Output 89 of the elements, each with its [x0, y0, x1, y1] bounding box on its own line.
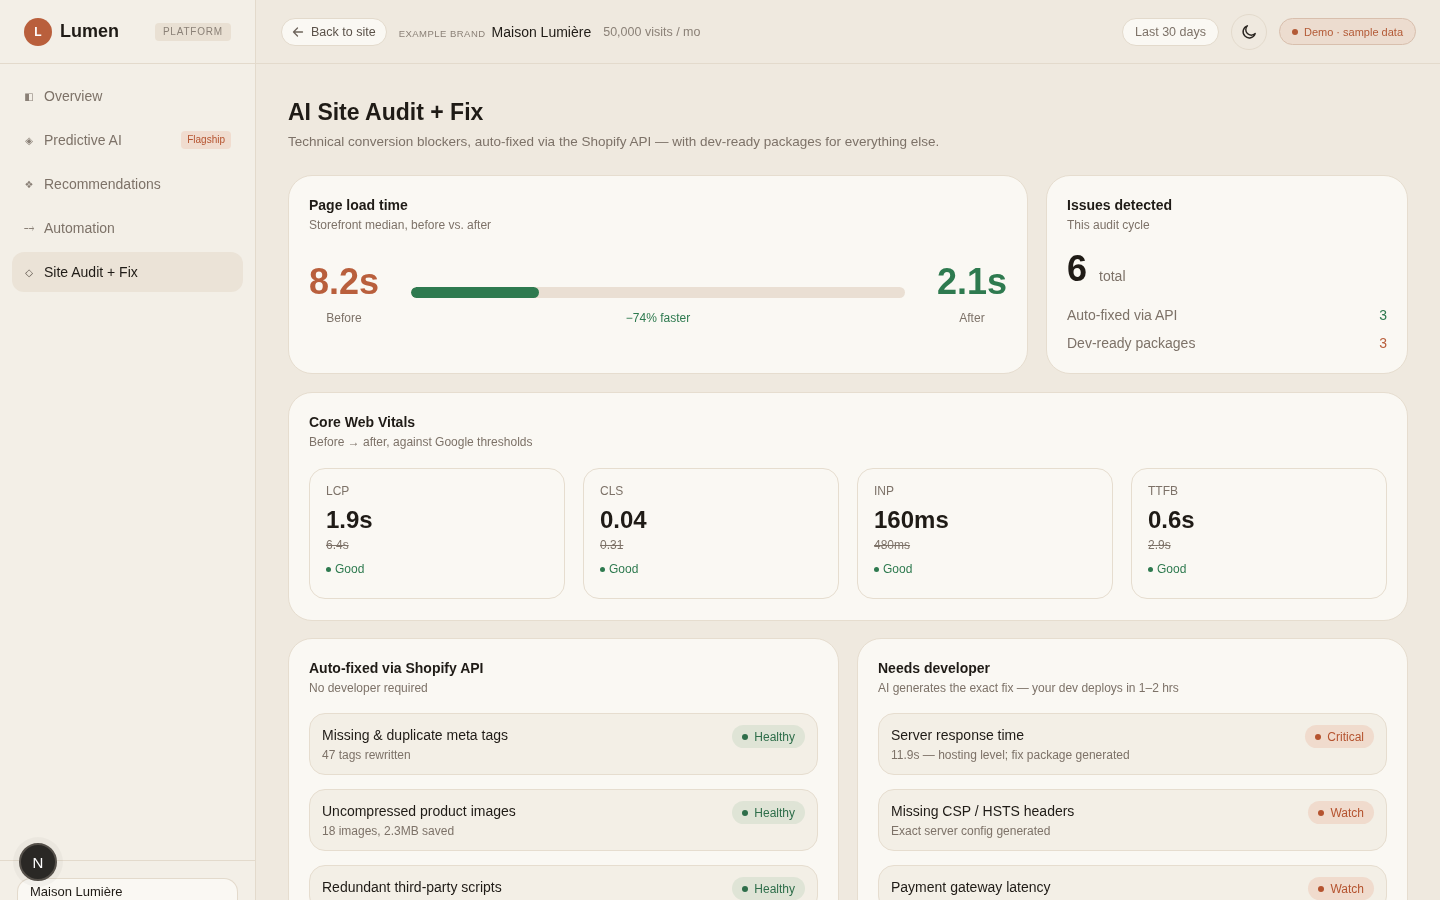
- change-label: −74% faster: [624, 310, 692, 326]
- before-value: 8.2s: [309, 262, 380, 302]
- after-value: 2.1s: [936, 262, 1007, 302]
- metric-value: 0.04: [600, 505, 648, 535]
- issue-title: Payment gateway latency: [891, 878, 1051, 897]
- after-label: After: [958, 310, 986, 326]
- issue-title: Missing & duplicate meta tags: [322, 726, 508, 745]
- issue-row-count: 3: [1379, 334, 1387, 353]
- page-title: AI Site Audit + Fix: [288, 98, 485, 127]
- arrow-left-icon: [292, 25, 304, 38]
- issue-title: Server response time: [891, 726, 1026, 745]
- metric-status: Good: [609, 561, 639, 577]
- status-dot-icon: [742, 809, 749, 816]
- page-subtitle: Technical conversion blockers, auto-fixed via the Shopify API — with dev-ready packages for everything else.: [288, 133, 941, 151]
- metric-value: 160ms: [874, 505, 950, 535]
- nav-item[interactable]: ◈ Predictive AI Flagship: [12, 120, 243, 160]
- status-dot-icon: [1315, 733, 1322, 740]
- status-text: Watch: [1330, 881, 1364, 896]
- card-subtitle: Storefront median, before vs. after: [309, 217, 493, 233]
- metric-status: Good: [883, 561, 913, 577]
- nav-item[interactable]: ◧ Overview: [12, 76, 243, 116]
- metric-previous: 6.4s: [326, 537, 350, 553]
- dashed-arrow-icon: ⤍: [24, 222, 34, 234]
- status-dot-icon: [1318, 885, 1325, 892]
- metric-status: Good: [1157, 561, 1187, 577]
- demo-badge-text: Demo · sample data: [1303, 25, 1403, 38]
- issue-title: Missing CSP / HSTS headers: [891, 802, 1075, 821]
- back-button[interactable]: Back to site: [281, 17, 387, 46]
- status-text: Healthy: [754, 881, 795, 896]
- card-subtitle: This audit cycle: [1067, 217, 1151, 233]
- status-dot-icon: [326, 566, 331, 572]
- card-subtitle: No developer required: [309, 680, 429, 696]
- status-dot-icon: [1291, 28, 1298, 35]
- metric-value: 1.9s: [326, 505, 374, 535]
- card-subtitle: Before → after, against Google thresholds: [309, 434, 534, 450]
- store-card: Maison Lumière: [17, 878, 238, 900]
- metric-previous: 2.9s: [1148, 537, 1172, 553]
- status-text: Healthy: [754, 729, 795, 744]
- metric-name: CLS: [600, 483, 625, 499]
- issue-detail: Exact server config generated: [891, 823, 1052, 839]
- nav-item[interactable]: ⤍ Automation: [12, 208, 243, 248]
- traffic-text: 50,000 visits / mo: [603, 24, 701, 39]
- brand-label: EXAMPLE BRAND: [398, 27, 486, 39]
- status-text: Critical: [1327, 729, 1364, 744]
- four-diamonds-icon: ❖: [24, 178, 34, 190]
- nav-item[interactable]: ❖ Recommendations: [12, 164, 243, 204]
- issue-title: Uncompressed product images: [322, 802, 516, 821]
- diamond-outline-icon: ◇: [24, 266, 34, 278]
- card-title: Page load time: [309, 196, 409, 215]
- card-subtitle: AI generates the exact fix — your dev deploys in 1–2 hrs: [878, 680, 1180, 696]
- brand-name: Maison Lumière: [491, 23, 592, 40]
- metric-previous: 0.31: [600, 537, 625, 553]
- status-dot-icon: [1148, 566, 1153, 572]
- date-range-button[interactable]: Last 30 days: [1122, 17, 1219, 46]
- metric-value: 0.6s: [1148, 505, 1196, 535]
- half-square-icon: ◧: [24, 90, 34, 102]
- issue-detail: 11.9s — hosting level; fix package generated: [891, 747, 1130, 763]
- issue-detail: 47 tags rewritten: [322, 747, 412, 763]
- nav-badge: Flagship: [181, 131, 231, 149]
- card-title: Auto-fixed via Shopify API: [309, 659, 485, 678]
- card-title: Needs developer: [878, 659, 992, 678]
- nav-item[interactable]: ◇ Site Audit + Fix: [12, 252, 243, 292]
- before-label: Before: [325, 310, 363, 326]
- issue-row-count: 3: [1379, 306, 1387, 325]
- platform-badge: PLATFORM: [154, 22, 231, 41]
- app-name: Lumen: [60, 21, 119, 42]
- metric-previous: 480ms: [874, 537, 912, 553]
- metric-name: INP: [874, 483, 895, 499]
- status-dot-icon: [874, 566, 879, 572]
- issue-total: 6: [1067, 249, 1088, 289]
- metric-status: Good: [335, 561, 365, 577]
- logo-icon: L: [24, 17, 52, 46]
- issue-total-label: total: [1099, 268, 1126, 284]
- issue-detail: 18 images, 2.3MB saved: [322, 823, 456, 839]
- moon-icon: [1240, 23, 1257, 40]
- status-text: Healthy: [754, 805, 795, 820]
- issue-title: Redundant third-party scripts: [322, 878, 502, 897]
- card-title: Core Web Vitals: [309, 413, 417, 432]
- metric-name: LCP: [326, 483, 351, 499]
- metric-name: TTFB: [1148, 483, 1179, 499]
- card-title: Issues detected: [1067, 196, 1174, 215]
- diamond-icon: ◈: [24, 134, 34, 146]
- issue-row-label: Dev-ready packages: [1067, 334, 1196, 353]
- status-text: Watch: [1330, 805, 1364, 820]
- status-dot-icon: [742, 885, 749, 892]
- issue-row-label: Auto-fixed via API: [1067, 306, 1178, 325]
- status-dot-icon: [742, 733, 749, 740]
- status-dot-icon: [600, 566, 605, 572]
- status-dot-icon: [1318, 809, 1325, 816]
